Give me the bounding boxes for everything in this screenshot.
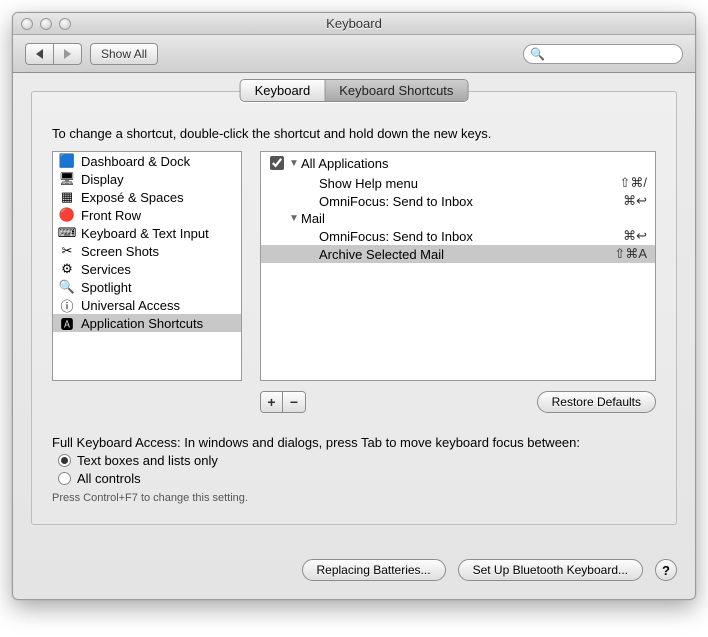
dashboard-icon: 🟦	[59, 153, 75, 169]
tab-bar: Keyboard Keyboard Shortcuts	[240, 79, 469, 102]
frontrow-icon: 🔴	[59, 207, 75, 223]
shortcut-label: OmniFocus: Send to Inbox	[301, 229, 623, 244]
shortcut-item[interactable]: Archive Selected Mail⇧⌘A	[261, 245, 655, 263]
checkbox-cell	[265, 153, 287, 173]
chevron-left-icon	[36, 49, 43, 59]
main-panel: Keyboard Keyboard Shortcuts To change a …	[31, 91, 677, 525]
category-expose[interactable]: ▦ Exposé & Spaces	[53, 188, 241, 206]
disclosure-icon[interactable]: ▼	[287, 158, 301, 169]
category-list[interactable]: 🟦 Dashboard & Dock 🖥 Display ▦ Exposé & Space…	[52, 151, 242, 381]
shortcut-keys[interactable]: ⇧⌘/	[619, 175, 647, 191]
display-icon: 🖥	[59, 171, 75, 187]
shortcut-keys[interactable]: ⌘↩	[623, 228, 647, 244]
category-display[interactable]: 🖥 Display	[53, 170, 241, 188]
chevron-right-icon	[64, 49, 71, 59]
category-kbtext[interactable]: ⌨ Keyboard & Text Input	[53, 224, 241, 242]
tab-keyboard[interactable]: Keyboard	[241, 80, 326, 101]
shortcut-keys[interactable]: ⌘↩	[623, 193, 647, 209]
kbtext-icon: ⌨	[59, 225, 75, 241]
fka-label: Full Keyboard Access: In windows and dia…	[52, 435, 656, 450]
window-title: Keyboard	[13, 16, 695, 31]
fka-option2-label: All controls	[77, 471, 141, 486]
window-controls	[13, 18, 71, 30]
category-universal[interactable]: ⓘ Universal Access	[53, 296, 241, 314]
shortcut-item[interactable]: OmniFocus: Send to Inbox⌘↩	[261, 192, 655, 210]
expose-icon: ▦	[59, 189, 75, 205]
category-label: Front Row	[81, 208, 141, 223]
category-label: Spotlight	[81, 280, 132, 295]
category-label: Application Shortcuts	[81, 316, 203, 331]
nav-segment	[25, 43, 82, 65]
close-icon[interactable]	[21, 18, 33, 30]
forward-button[interactable]	[53, 43, 82, 65]
disclosure-icon[interactable]: ▼	[287, 213, 301, 224]
category-label: Services	[81, 262, 131, 277]
footer: Replacing Batteries... Set Up Bluetooth …	[13, 543, 695, 599]
category-frontrow[interactable]: 🔴 Front Row	[53, 206, 241, 224]
radio-icon	[58, 454, 71, 467]
add-button[interactable]: +	[261, 392, 283, 412]
fka-hint: Press Control+F7 to change this setting.	[52, 492, 656, 504]
enable-checkbox[interactable]	[270, 156, 284, 170]
shortcut-item[interactable]: OmniFocus: Send to Inbox⌘↩	[261, 227, 655, 245]
shortcut-label: OmniFocus: Send to Inbox	[301, 194, 623, 209]
remove-button[interactable]: −	[283, 392, 305, 412]
restore-defaults-button[interactable]: Restore Defaults	[537, 391, 656, 413]
search-icon: 🔍	[530, 47, 545, 61]
radio-icon	[58, 472, 71, 485]
fka-option1-label: Text boxes and lists only	[77, 453, 218, 468]
category-screenshots[interactable]: ✂ Screen Shots	[53, 242, 241, 260]
services-icon: ⚙	[59, 261, 75, 277]
shortcut-label: Archive Selected Mail	[301, 247, 614, 262]
shortcut-item[interactable]: Show Help menu⇧⌘/	[261, 174, 655, 192]
category-spotlight[interactable]: 🔍 Spotlight	[53, 278, 241, 296]
search-field[interactable]: 🔍	[523, 44, 683, 64]
toolbar: Show All 🔍	[13, 35, 695, 73]
help-button[interactable]: ?	[655, 559, 677, 581]
instruction-text: To change a shortcut, double-click the s…	[52, 126, 656, 141]
shortcut-label: Mail	[301, 211, 647, 226]
tab-keyboard-shortcuts[interactable]: Keyboard Shortcuts	[325, 80, 467, 101]
shortcut-label: Show Help menu	[301, 176, 619, 191]
category-services[interactable]: ⚙ Services	[53, 260, 241, 278]
category-dashboard[interactable]: 🟦 Dashboard & Dock	[53, 152, 241, 170]
category-label: Exposé & Spaces	[81, 190, 184, 205]
search-input[interactable]	[545, 46, 696, 62]
titlebar: Keyboard	[13, 13, 695, 35]
shortcut-tree[interactable]: ▼All ApplicationsShow Help menu⇧⌘/OmniFo…	[260, 151, 656, 381]
category-label: Screen Shots	[81, 244, 159, 259]
replacing-batteries-button[interactable]: Replacing Batteries...	[302, 559, 446, 581]
screenshots-icon: ✂	[59, 243, 75, 259]
universal-icon: ⓘ	[59, 297, 75, 313]
category-label: Dashboard & Dock	[81, 154, 190, 169]
minimize-icon[interactable]	[40, 18, 52, 30]
shortcut-label: All Applications	[301, 156, 647, 171]
zoom-icon[interactable]	[59, 18, 71, 30]
category-label: Keyboard & Text Input	[81, 226, 209, 241]
setup-bluetooth-button[interactable]: Set Up Bluetooth Keyboard...	[458, 559, 643, 581]
category-label: Universal Access	[81, 298, 180, 313]
category-appshortcuts[interactable]: 🅰 Application Shortcuts	[53, 314, 241, 332]
category-label: Display	[81, 172, 124, 187]
back-button[interactable]	[25, 43, 53, 65]
full-keyboard-access: Full Keyboard Access: In windows and dia…	[52, 435, 656, 504]
appshortcuts-icon: 🅰	[59, 315, 75, 331]
spotlight-icon: 🔍	[59, 279, 75, 295]
preferences-window: Keyboard Show All 🔍 Keyboard Keyboard Sh…	[12, 12, 696, 600]
fka-option-textboxes[interactable]: Text boxes and lists only	[58, 453, 656, 468]
shortcut-keys[interactable]: ⇧⌘A	[614, 246, 647, 262]
add-remove-segment: + −	[260, 391, 306, 413]
fka-option-all-controls[interactable]: All controls	[58, 471, 656, 486]
shortcut-group[interactable]: ▼Mail	[261, 210, 655, 227]
show-all-button[interactable]: Show All	[90, 43, 158, 65]
shortcut-group[interactable]: ▼All Applications	[261, 152, 655, 174]
